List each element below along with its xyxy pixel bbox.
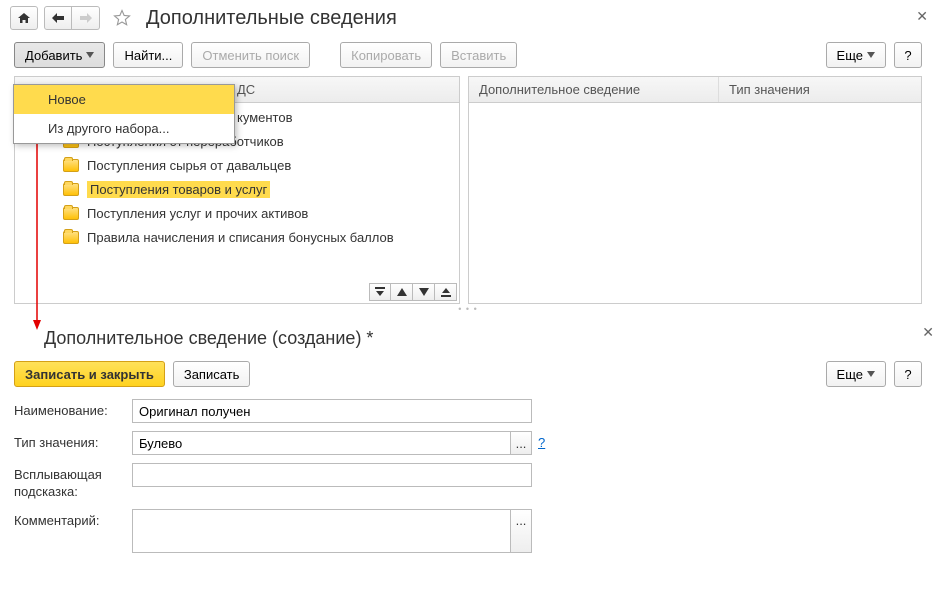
top-header: Дополнительные сведения ✕ — [0, 0, 936, 38]
right-col1-header: Дополнительное сведение — [469, 77, 719, 102]
nav-last-button[interactable] — [435, 283, 457, 301]
right-col2-header: Тип значения — [719, 77, 921, 102]
label-comment: Комментарий: — [14, 509, 132, 528]
arrow-right-icon — [80, 13, 92, 23]
type-select-button[interactable]: ... — [510, 431, 532, 455]
home-icon — [17, 11, 31, 25]
tree-label: Поступления товаров и услуг — [87, 181, 270, 198]
nav-down-icon — [419, 288, 429, 296]
help-button[interactable]: ? — [894, 42, 922, 68]
add-dropdown-menu: Новое Из другого набора... — [13, 84, 235, 144]
tree-label: кументов — [237, 110, 292, 125]
tooltip-input[interactable] — [132, 463, 532, 487]
back-button[interactable] — [44, 6, 72, 30]
page-title: Дополнительные сведения — [146, 7, 397, 30]
bottom-pane: ✕ Дополнительное сведение (создание) * З… — [0, 314, 936, 553]
chevron-down-icon — [867, 371, 875, 377]
label-tooltip: Всплывающая подсказка: — [14, 463, 132, 501]
form-row-comment: Комментарий: ... — [14, 509, 922, 553]
comment-wrap: ... — [132, 509, 532, 553]
nav-first-icon — [375, 287, 385, 297]
nav-up-button[interactable] — [391, 283, 413, 301]
menu-item-from-set[interactable]: Из другого набора... — [14, 114, 234, 143]
tree-row[interactable]: Поступления сырья от давальцев — [15, 153, 459, 177]
comment-expand-button[interactable]: ... — [510, 509, 532, 553]
nav-up-icon — [397, 288, 407, 296]
close-icon[interactable]: ✕ — [916, 8, 928, 25]
bottom-more-label: Еще — [837, 367, 863, 382]
label-type: Тип значения: — [14, 431, 132, 450]
tree-nav-controls — [369, 283, 457, 301]
form-row-type: Тип значения: ... ? — [14, 431, 922, 455]
home-button[interactable] — [10, 6, 38, 30]
nav-last-icon — [441, 287, 451, 297]
bottom-toolbar: Записать и закрыть Записать Еще ? — [14, 359, 922, 399]
bottom-help-button[interactable]: ? — [894, 361, 922, 387]
copy-button: Копировать — [340, 42, 432, 68]
cancel-search-button: Отменить поиск — [191, 42, 310, 68]
bottom-more-button[interactable]: Еще — [826, 361, 886, 387]
tree-label: Поступления услуг и прочих активов — [87, 206, 308, 221]
chevron-down-icon — [867, 52, 875, 58]
save-close-button[interactable]: Записать и закрыть — [14, 361, 165, 387]
save-button[interactable]: Записать — [173, 361, 251, 387]
add-button-label: Добавить — [25, 48, 82, 63]
right-details-panel: Дополнительное сведение Тип значения — [468, 76, 922, 304]
tree-row[interactable]: Поступления услуг и прочих активов — [15, 201, 459, 225]
star-icon[interactable] — [112, 8, 132, 28]
label-name: Наименование: — [14, 399, 132, 418]
bottom-close-icon[interactable]: ✕ — [922, 324, 934, 341]
more-button-label: Еще — [837, 48, 863, 63]
folder-icon — [63, 183, 79, 196]
type-help-link[interactable]: ? — [538, 431, 545, 450]
main-toolbar: Добавить Найти... Отменить поиск Копиров… — [0, 38, 936, 76]
add-button[interactable]: Добавить — [14, 42, 105, 68]
bottom-pane-title: Дополнительное сведение (создание) * — [14, 320, 922, 359]
tree-row-selected[interactable]: Поступления товаров и услуг — [15, 177, 459, 201]
paste-button: Вставить — [440, 42, 517, 68]
more-button[interactable]: Еще — [826, 42, 886, 68]
find-button[interactable]: Найти... — [113, 42, 183, 68]
chevron-down-icon — [86, 52, 94, 58]
horizontal-splitter[interactable]: • • • — [0, 304, 936, 314]
folder-icon — [63, 207, 79, 220]
nav-group — [44, 6, 100, 30]
forward-button[interactable] — [72, 6, 100, 30]
menu-item-new[interactable]: Новое — [14, 85, 234, 114]
form-row-name: Наименование: — [14, 399, 922, 423]
right-table-header: Дополнительное сведение Тип значения — [469, 77, 921, 103]
folder-icon — [63, 159, 79, 172]
folder-icon — [63, 231, 79, 244]
nav-down-button[interactable] — [413, 283, 435, 301]
name-input[interactable] — [132, 399, 532, 423]
tree-row[interactable]: Правила начисления и списания бонусных б… — [15, 225, 459, 249]
comment-textarea[interactable] — [132, 509, 510, 553]
tree-label: Правила начисления и списания бонусных б… — [87, 230, 394, 245]
nav-first-button[interactable] — [369, 283, 391, 301]
type-input-wrap: ... — [132, 431, 532, 455]
tree-label: Поступления сырья от давальцев — [87, 158, 291, 173]
arrow-left-icon — [52, 13, 64, 23]
form-row-tooltip: Всплывающая подсказка: — [14, 463, 922, 501]
type-input[interactable] — [132, 431, 510, 455]
